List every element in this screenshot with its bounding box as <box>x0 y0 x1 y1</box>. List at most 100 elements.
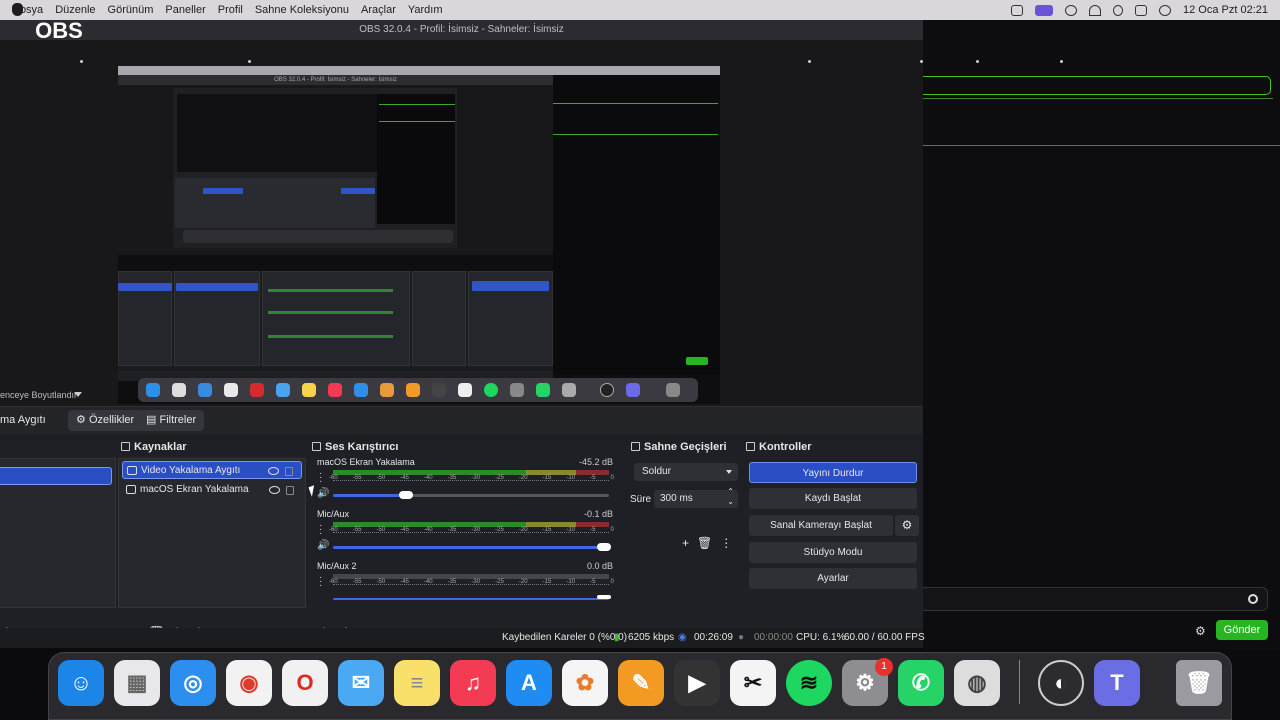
scenes-dock: ⌃ ⌄ <box>0 440 116 640</box>
trash-icon[interactable]: 🗑 <box>1176 660 1222 706</box>
settings-button[interactable]: Ayarlar <box>749 568 917 589</box>
start-record-button[interactable]: Kaydı Başlat <box>749 488 917 509</box>
photos-app-icon[interactable]: ✿ <box>562 660 608 706</box>
meter-scale-label: -20 <box>518 579 528 585</box>
filters-button[interactable]: ▤ Filtreler <box>138 410 205 431</box>
add-icon[interactable]: + <box>682 536 689 550</box>
more-icon[interactable]: · · · <box>319 573 322 591</box>
preview-canvas[interactable]: OBS 32.0.4 - Profil: İsimsiz - Sahneler:… <box>0 40 923 408</box>
obs-app-icon[interactable]: ◐ <box>1038 660 1084 706</box>
menu-profil[interactable]: Profil <box>218 4 243 16</box>
capcut-app-icon[interactable]: ✂ <box>730 660 776 706</box>
meter-scale-label: -25 <box>495 475 504 481</box>
music-app-icon[interactable]: ♫ <box>450 660 496 706</box>
spin-arrows-icon[interactable]: ⌃ ⌄ <box>727 487 734 507</box>
menu-paneller[interactable]: Paneller <box>165 4 205 16</box>
teams-app-icon[interactable]: T <box>1094 660 1140 706</box>
transition-select[interactable]: Soldur <box>634 463 738 481</box>
chrome-app-icon[interactable]: ◉ <box>226 660 272 706</box>
app-store-app-icon[interactable]: A <box>506 660 552 706</box>
send-button[interactable]: Gönder <box>1216 620 1268 640</box>
slider-knob[interactable] <box>597 595 611 599</box>
green-line <box>923 145 1280 146</box>
mail-app-icon[interactable]: ✉ <box>338 660 384 706</box>
mixer-channel-db: 0.0 dB <box>586 561 613 571</box>
mixer-channel-db: -45.2 dB <box>578 457 613 467</box>
volume-slider[interactable] <box>333 543 611 551</box>
gear-icon[interactable]: ⚙ <box>895 515 919 536</box>
audio-mixer-dock: Ses Karıştırıcı macOS Ekran Yakalama -45… <box>309 440 625 640</box>
whatsapp-app-icon[interactable]: ✆ <box>898 660 944 706</box>
properties-button[interactable]: ⚙ Özellikler <box>68 410 143 431</box>
play-icon[interactable] <box>1065 4 1077 16</box>
volume-slider[interactable] <box>333 595 611 600</box>
siri-icon[interactable] <box>1159 4 1171 16</box>
more-icon[interactable]: ⋮ <box>720 536 732 550</box>
menu-gorunum[interactable]: Görünüm <box>108 4 154 16</box>
mixer-channel-db: -0.1 dB <box>583 509 613 519</box>
chevron-down-icon[interactable] <box>74 392 82 397</box>
more-icon[interactable]: · · · <box>319 521 322 539</box>
scene-item-selected[interactable] <box>0 467 112 485</box>
meter-scale-label: -15 <box>542 527 552 533</box>
start-virtual-camera-button[interactable]: Sanal Kamerayı Başlat <box>749 515 893 536</box>
emoji-icon[interactable] <box>1248 594 1258 604</box>
gear-icon[interactable]: ⚙ <box>1195 624 1206 638</box>
transitions-title: Sahne Geçişleri <box>644 441 727 453</box>
meter-scale-label: 0 <box>610 527 614 533</box>
search-icon[interactable] <box>1113 4 1123 16</box>
meter-scale-label: -35 <box>447 475 457 481</box>
meter-scale-label: 0 <box>610 475 614 481</box>
screen-record-icon[interactable] <box>1035 4 1053 16</box>
finder-app-icon[interactable]: ☺ <box>58 660 104 706</box>
safari-app-icon[interactable]: ◎ <box>170 660 216 706</box>
lock-icon[interactable] <box>286 486 294 495</box>
trash-icon[interactable]: 🗑 <box>697 536 712 550</box>
lock-icon[interactable] <box>285 467 293 476</box>
more-icon[interactable]: · · · <box>319 469 322 487</box>
wifi-icon[interactable] <box>1089 4 1101 16</box>
meter-scale-label: -5 <box>590 527 596 533</box>
obs-tray-icon[interactable] <box>1011 4 1023 16</box>
sources-title: Kaynaklar <box>134 441 187 453</box>
meter-scale: -60 -55 -50 -45 -40 -35 -30 -25 -20 -15 -10 -5 0 <box>329 527 614 533</box>
source-item[interactable]: macOS Ekran Yakalama <box>122 481 302 499</box>
menu-app[interactable]: OBS <box>35 8 83 54</box>
studio-mode-button[interactable]: Stüdyo Modu <box>749 542 917 563</box>
pages-app-icon[interactable]: ✎ <box>618 660 664 706</box>
slider-knob[interactable] <box>399 491 413 499</box>
source-label: Video Yakalama Aygıtı <box>141 465 241 476</box>
nested-preview <box>118 85 553 255</box>
duration-spinbox[interactable]: 300 ms ⌃ ⌄ <box>654 487 738 508</box>
meter-scale-label: -45 <box>400 579 409 585</box>
speaker-icon[interactable]: 🔊 <box>317 540 329 551</box>
menu-yardim[interactable]: Yardım <box>408 4 443 16</box>
scenes-list[interactable] <box>0 458 116 608</box>
sources-list[interactable]: Video Yakalama Aygıtı macOS Ekran Yakala… <box>118 458 306 608</box>
source-item[interactable]: Video Yakalama Aygıtı <box>122 461 302 479</box>
highlighted-field[interactable] <box>923 76 1271 95</box>
meter-scale-label: -35 <box>447 579 457 585</box>
launchpad-app-icon[interactable]: ▦ <box>114 660 160 706</box>
opera-app-icon[interactable]: O <box>282 660 328 706</box>
visibility-icon[interactable] <box>268 467 279 475</box>
macos-menubar: OBS Dosya Düzenle Görünüm Paneller Profi… <box>0 0 1280 43</box>
menu-sahne-koleksiyonu[interactable]: Sahne Koleksiyonu <box>255 4 349 16</box>
slider-knob[interactable] <box>597 543 611 551</box>
final-cut-app-icon[interactable]: ▶ <box>674 660 720 706</box>
stop-stream-button[interactable]: Yayını Durdur <box>749 462 917 483</box>
sources-header: Kaynaklar <box>118 440 306 456</box>
meter-scale-label: -25 <box>495 579 504 585</box>
menu-araclar[interactable]: Araçlar <box>361 4 396 16</box>
spotify-app-icon[interactable]: ≋ <box>786 660 832 706</box>
compressor-app-icon[interactable]: ◍ <box>954 660 1000 706</box>
camera-icon <box>127 466 137 475</box>
apple-icon[interactable] <box>12 3 23 16</box>
speaker-icon[interactable]: 🔊 <box>317 488 329 499</box>
volume-slider[interactable] <box>333 491 609 499</box>
control-center-icon[interactable] <box>1135 4 1147 16</box>
visibility-icon[interactable] <box>269 486 280 494</box>
menubar-clock[interactable]: 12 Oca Pzt 02:21 <box>1183 4 1268 16</box>
notes-app-icon[interactable]: ≡ <box>394 660 440 706</box>
chat-input[interactable] <box>923 587 1268 611</box>
